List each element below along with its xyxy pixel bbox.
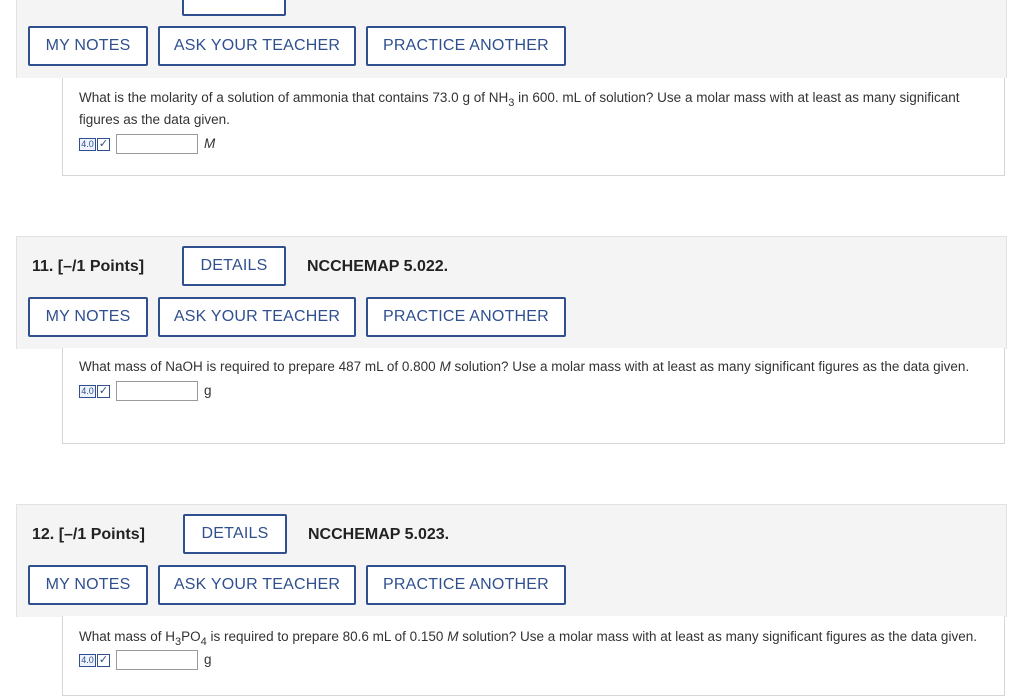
q12-question-text: What mass of H3PO4 is required to prepar… xyxy=(79,629,977,648)
q12-my-notes-button[interactable]: MY NOTES xyxy=(28,565,148,605)
q12-practice-another-button[interactable]: PRACTICE ANOTHER xyxy=(366,565,566,605)
q12-label: 12. [–/1 Points] xyxy=(32,526,145,543)
q11-my-notes-button[interactable]: MY NOTES xyxy=(28,297,148,337)
q11-unit: g xyxy=(204,383,212,398)
q12-answer-input[interactable] xyxy=(116,650,198,670)
sig-fig-badge: 4.0 ✓ xyxy=(79,384,110,399)
q11-label: 11. [–/1 Points] xyxy=(32,258,145,275)
q10-practice-another-button[interactable]: PRACTICE ANOTHER xyxy=(366,26,566,66)
q12-ask-teacher-button[interactable]: ASK YOUR TEACHER xyxy=(158,565,356,605)
q11-details-button[interactable]: DETAILS xyxy=(182,246,286,286)
q12-code: NCCHEMAP 5.023. xyxy=(308,526,450,543)
q10-answer-input[interactable] xyxy=(116,134,198,154)
q12-unit: g xyxy=(204,652,212,667)
checkmark-icon: ✓ xyxy=(97,137,110,151)
q11-practice-another-button[interactable]: PRACTICE ANOTHER xyxy=(366,297,566,337)
q10-ask-teacher-button[interactable]: ASK YOUR TEACHER xyxy=(158,26,356,66)
q11-question-text: What mass of NaOH is required to prepare… xyxy=(79,359,970,374)
q12-question-box: What mass of H3PO4 is required to prepar… xyxy=(62,616,1005,696)
sig-fig-badge: 4.0 ✓ xyxy=(79,653,110,668)
q10-question-box: What is the molarity of a solution of am… xyxy=(62,78,1005,176)
q11-question-box: What mass of NaOH is required to prepare… xyxy=(62,348,1005,444)
q10-unit: M xyxy=(204,136,216,151)
q12-details-button[interactable]: DETAILS xyxy=(183,514,287,554)
sig-fig-badge: 4.0 ✓ xyxy=(79,137,110,152)
q10-my-notes-button[interactable]: MY NOTES xyxy=(28,26,148,66)
q10-question-text: What is the molarity of a solution of am… xyxy=(79,90,960,127)
checkmark-icon: ✓ xyxy=(97,384,110,398)
q11-answer-input[interactable] xyxy=(116,381,198,401)
checkmark-icon: ✓ xyxy=(97,653,110,667)
q11-ask-teacher-button[interactable]: ASK YOUR TEACHER xyxy=(158,297,356,337)
q11-code: NCCHEMAP 5.022. xyxy=(307,258,449,275)
q10-details-button-partial[interactable] xyxy=(182,0,286,16)
